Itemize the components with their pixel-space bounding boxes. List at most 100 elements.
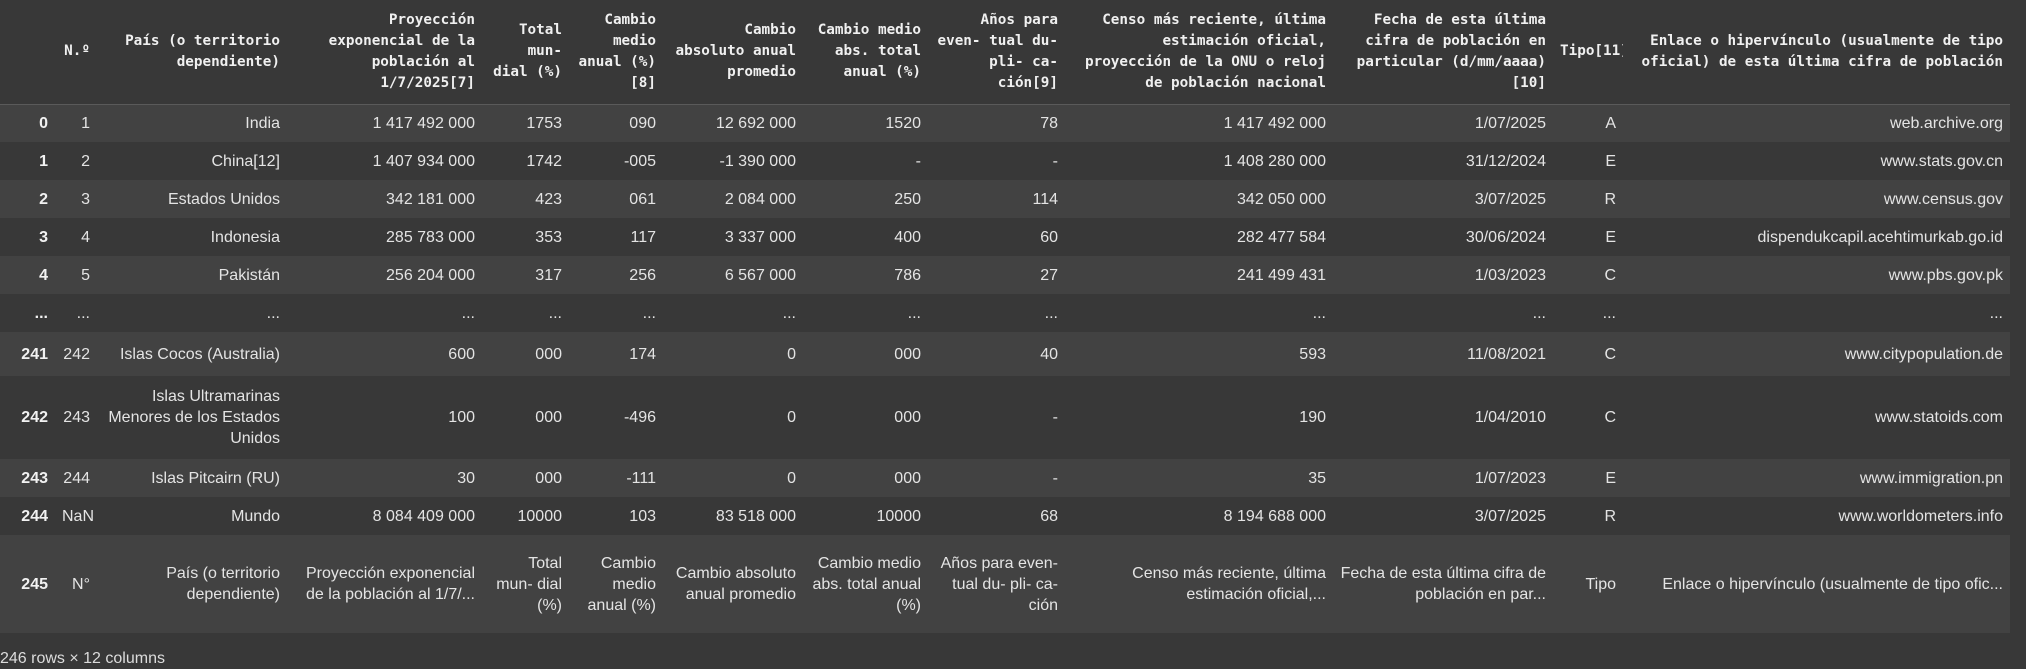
table-cell: C xyxy=(1604,266,1616,284)
table-row: 1 2 China[12] 1 407 934 000 1742 -005 -1 390 0… xyxy=(0,142,2010,180)
row-index: 244 xyxy=(21,507,48,525)
column-header: Total mun- dial (%) xyxy=(482,0,569,105)
table-cell: 78 xyxy=(1040,114,1058,132)
table-cell: ... xyxy=(1602,304,1616,322)
table-cell: 1742 xyxy=(526,152,562,170)
table-cell: Total mun- dial (%) xyxy=(496,554,562,614)
table-cell: 103 xyxy=(629,507,656,525)
table-cell: -111 xyxy=(626,469,656,487)
column-header: Fecha de esta última cifra de población … xyxy=(1333,0,1553,105)
table-cell: 6 567 000 xyxy=(724,266,796,284)
row-index: 241 xyxy=(21,345,48,363)
table-cell: 31/12/2024 xyxy=(1465,152,1546,170)
table-cell: 8 194 688 000 xyxy=(1223,507,1326,525)
table-cell: ... xyxy=(782,304,796,322)
table-cell: 600 xyxy=(448,345,475,363)
table-cell: 2 084 000 xyxy=(724,190,796,208)
table-cell: Estados Unidos xyxy=(167,190,280,208)
table-cell: C xyxy=(1604,345,1616,363)
table-cell: 83 518 000 xyxy=(715,507,796,525)
row-index: 3 xyxy=(39,228,48,246)
table-cell: 5 xyxy=(81,266,90,284)
table-cell: Años para even- tual du- pli- ca- ción xyxy=(940,554,1058,614)
table-cell: www.pbs.gov.pk xyxy=(1888,266,2003,284)
table-cell: 423 xyxy=(535,190,562,208)
table-cell: 117 xyxy=(630,228,656,246)
table-cell: 243 xyxy=(63,409,90,426)
column-header: País (o territorio dependiente) xyxy=(97,0,287,105)
column-header: Cambio medio anual (%) [8] xyxy=(569,0,663,105)
table-cell: China[12] xyxy=(211,152,281,170)
column-header: Tipo[11] xyxy=(1553,0,1623,105)
table-cell: 100 xyxy=(448,409,475,426)
column-header: Proyección exponencial de la población a… xyxy=(287,0,482,105)
table-cell: 250 xyxy=(894,190,921,208)
table-cell: 000 xyxy=(894,409,921,426)
table-cell: 1 417 492 000 xyxy=(1223,114,1326,132)
table-cell: ... xyxy=(642,304,656,322)
table-cell: 40 xyxy=(1040,345,1058,363)
table-cell: ... xyxy=(907,304,921,322)
table-cell: 342 181 000 xyxy=(386,190,475,208)
table-cell: 30 xyxy=(457,469,475,487)
table-cell: E xyxy=(1605,469,1616,487)
table-cell: 241 499 431 xyxy=(1237,266,1326,284)
table-cell: 317 xyxy=(535,266,562,284)
table-cell: 1 xyxy=(81,114,90,132)
row-index: 245 xyxy=(21,575,48,593)
table-cell: ... xyxy=(1312,304,1326,322)
table-cell: Indonesia xyxy=(210,228,280,246)
header-row: N.º País (o territorio dependiente) Proyec… xyxy=(0,0,2010,105)
table-cell: 400 xyxy=(894,228,921,246)
table-cell: 68 xyxy=(1040,507,1058,525)
table-cell: 1/07/2025 xyxy=(1474,114,1546,132)
table-cell: 000 xyxy=(894,469,921,487)
table-cell: 1 408 280 000 xyxy=(1223,152,1326,170)
table-cell: Cambio absoluto anual promedio xyxy=(675,565,796,603)
table-cell: Cambio medio anual (%) xyxy=(587,554,656,614)
table-cell: 090 xyxy=(629,114,656,132)
table-cell: 3 337 000 xyxy=(724,228,796,246)
table-cell: 1/03/2023 xyxy=(1474,266,1546,284)
table-row: ....................................... xyxy=(0,294,2010,332)
table-cell: 000 xyxy=(535,409,562,426)
column-header: Cambio absoluto anual promedio xyxy=(663,0,803,105)
table-cell: 114 xyxy=(1032,190,1058,208)
table-cell: 786 xyxy=(894,266,921,284)
table-cell: 12 692 000 xyxy=(715,114,796,132)
table-cell: 256 204 000 xyxy=(386,266,475,284)
table-cell: 8 084 409 000 xyxy=(372,507,475,525)
table-cell: 174 xyxy=(629,345,656,363)
dataframe-output: N.º País (o territorio dependiente) Proyec… xyxy=(0,0,2026,669)
table-cell: 244 xyxy=(63,469,90,487)
table-cell: 000 xyxy=(894,345,921,363)
table-cell: NaN xyxy=(62,507,95,525)
table-cell: ... xyxy=(548,304,562,322)
table-cell: 1/04/2010 xyxy=(1474,409,1546,426)
table-cell: ... xyxy=(1989,304,2003,322)
table-cell: 0 xyxy=(787,409,796,426)
table-cell: Islas Cocos (Australia) xyxy=(119,345,280,363)
table-cell: web.archive.org xyxy=(1890,114,2003,132)
table-cell: 60 xyxy=(1040,228,1058,246)
table-cell: 353 xyxy=(535,228,562,246)
row-count-footer: 246 rows × 12 columns xyxy=(0,650,165,667)
table-row: 241 242 Islas Cocos (Australia) 600 000 174 0 0… xyxy=(0,332,2010,376)
table-cell: E xyxy=(1605,228,1616,246)
table-body: 0 1 India 1 417 492 000 1753 090 12 692 000 152… xyxy=(0,104,2010,633)
table-cell: 190 xyxy=(1299,409,1326,426)
table-cell: India xyxy=(245,114,280,132)
table-cell: www.stats.gov.cn xyxy=(1880,152,2003,170)
table-cell: País (o territorio dependiente) xyxy=(166,565,280,603)
table-cell: E xyxy=(1605,152,1616,170)
table-cell: Proyección exponencial de la población a… xyxy=(305,565,475,603)
table-cell: 1 407 934 000 xyxy=(372,152,475,170)
table-cell: ... xyxy=(461,304,475,322)
table-row: 244 NaN Mundo 8 084 409 000 10000 103 83 518 0… xyxy=(0,497,2010,535)
table-cell: ... xyxy=(266,304,280,322)
row-index: 1 xyxy=(39,152,48,170)
table-cell: 061 xyxy=(629,190,656,208)
table-cell: www.statoids.com xyxy=(1874,409,2003,426)
table-cell: ... xyxy=(1044,304,1058,322)
table-cell: 27 xyxy=(1040,266,1058,284)
